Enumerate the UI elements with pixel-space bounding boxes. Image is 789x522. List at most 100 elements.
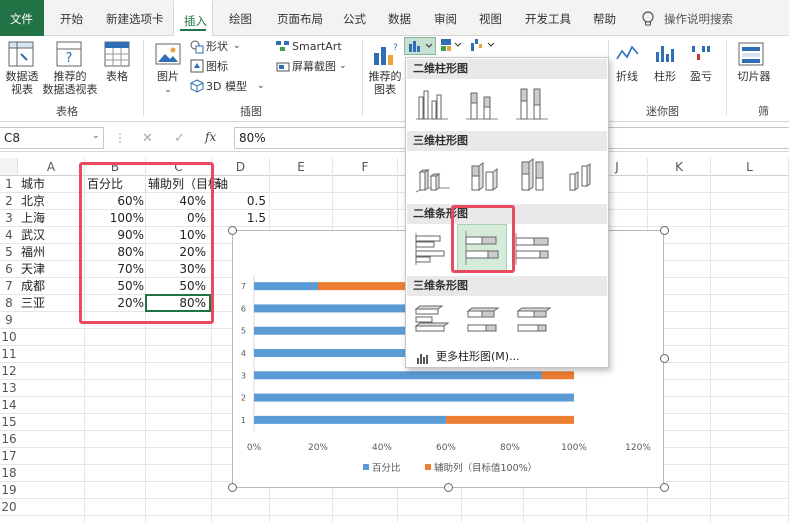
column-chart-button[interactable] — [404, 37, 436, 55]
screenshot-icon[interactable] — [276, 61, 290, 73]
cell-city[interactable]: 成都 — [21, 278, 45, 295]
waterfall-chart-button[interactable] — [468, 37, 498, 55]
recommended-charts-icon[interactable]: ? — [372, 41, 398, 70]
column-header[interactable]: K — [648, 158, 711, 176]
stacked-column-icon[interactable] — [462, 83, 502, 123]
more-column-charts[interactable]: 更多柱形图(M)... — [410, 347, 606, 367]
row-header[interactable]: 10 — [0, 329, 18, 346]
row-header[interactable]: 3 — [0, 210, 18, 227]
resize-handle[interactable] — [660, 483, 669, 492]
tab-draw[interactable]: 绘图 — [229, 0, 252, 36]
name-box[interactable]: C8 — [0, 127, 104, 149]
tab-file[interactable]: 文件 — [0, 0, 44, 36]
resize-handle[interactable] — [228, 483, 237, 492]
resize-handle[interactable] — [228, 226, 237, 235]
column-header[interactable]: E — [270, 158, 333, 176]
pictures-label[interactable]: 图片 — [150, 70, 186, 83]
tab-home[interactable]: 开始 — [60, 0, 83, 36]
smartart-label[interactable]: SmartArt — [292, 40, 342, 53]
row-header[interactable]: 20 — [0, 499, 18, 516]
tab-help[interactable]: 帮助 — [593, 0, 616, 36]
sparkline-line-label[interactable]: 折线 — [612, 70, 642, 83]
table-label[interactable]: 表格 — [100, 70, 134, 83]
tab-developer[interactable]: 开发工具 — [525, 0, 571, 36]
smartart-icon[interactable] — [276, 40, 290, 52]
hierarchy-chart-button[interactable] — [438, 37, 466, 55]
3d-stacked-bar-icon[interactable] — [462, 301, 502, 341]
icons-label[interactable]: 图标 — [206, 60, 228, 73]
3d-model-chevron-icon[interactable]: ⌄ — [257, 80, 265, 93]
row-header[interactable]: 8 — [0, 295, 18, 312]
tab-page-layout[interactable]: 页面布局 — [277, 0, 323, 36]
row-header[interactable]: 12 — [0, 363, 18, 380]
recommended-pivot-icon[interactable]: ? — [56, 41, 82, 70]
slicer-icon[interactable] — [738, 42, 764, 69]
row-header[interactable]: 5 — [0, 244, 18, 261]
3d-clustered-column-icon[interactable] — [412, 156, 452, 196]
sparkline-winloss-label[interactable]: 盈亏 — [686, 70, 716, 83]
row-header[interactable]: 18 — [0, 465, 18, 482]
tab-review[interactable]: 审阅 — [434, 0, 457, 36]
shapes-chevron-icon[interactable]: ⌄ — [233, 40, 241, 53]
slicer-label[interactable]: 切片器 — [734, 70, 774, 83]
row-header[interactable]: 15 — [0, 414, 18, 431]
cell-city[interactable]: 三亚 — [21, 295, 45, 312]
clustered-bar-icon[interactable] — [412, 229, 452, 269]
sparkline-column-label[interactable]: 柱形 — [650, 70, 680, 83]
sparkline-line-icon[interactable] — [616, 42, 640, 67]
3d-column-icon[interactable] — [562, 156, 602, 196]
icons-icon[interactable] — [190, 59, 204, 73]
tab-new-tab[interactable]: 新建选项卡 — [106, 0, 164, 36]
cell-city[interactable]: 天津 — [21, 261, 45, 278]
tab-formulas[interactable]: 公式 — [343, 0, 366, 36]
100-stacked-column-icon[interactable] — [512, 83, 552, 123]
screenshot-chevron-icon[interactable]: ⌄ — [339, 60, 347, 73]
table-icon[interactable] — [104, 41, 130, 70]
3d-stacked-column-icon[interactable] — [462, 156, 502, 196]
100-stacked-bar-icon[interactable] — [512, 229, 552, 269]
row-header[interactable]: 2 — [0, 193, 18, 210]
3d-clustered-bar-icon[interactable] — [412, 301, 452, 341]
cell-city[interactable]: 上海 — [21, 210, 45, 227]
column-header[interactable]: A — [18, 158, 85, 176]
row-header[interactable]: 19 — [0, 482, 18, 499]
row-header[interactable]: 11 — [0, 346, 18, 363]
cancel-icon[interactable]: ✕ — [142, 131, 153, 146]
recommended-charts-label[interactable]: 推荐的 图表 — [364, 70, 406, 96]
cell-d1-overflow[interactable]: 轴 — [216, 176, 228, 193]
screenshot-label[interactable]: 屏幕截图 — [292, 60, 336, 73]
tab-insert[interactable]: 插入 — [173, 0, 213, 37]
cell-a1[interactable]: 城市 — [21, 176, 45, 193]
enter-icon[interactable]: ✓ — [174, 131, 185, 146]
insert-function-icon[interactable]: fx — [205, 130, 216, 144]
cell-city[interactable]: 武汉 — [21, 227, 45, 244]
3d-100-stacked-column-icon[interactable] — [512, 156, 552, 196]
tell-me-search[interactable]: 操作说明搜索 — [664, 0, 733, 36]
sparkline-column-icon[interactable] — [654, 42, 678, 67]
row-header[interactable]: 1 — [0, 176, 18, 193]
select-all-corner[interactable] — [0, 158, 18, 176]
resize-handle[interactable] — [444, 483, 453, 492]
column-header[interactable]: L — [711, 158, 789, 176]
tab-view[interactable]: 视图 — [479, 0, 502, 36]
row-header[interactable]: 13 — [0, 380, 18, 397]
row-header[interactable]: 17 — [0, 448, 18, 465]
clustered-column-icon[interactable] — [412, 83, 452, 123]
pivot-table-icon[interactable] — [8, 41, 34, 70]
sparkline-winloss-icon[interactable] — [690, 42, 714, 67]
shapes-label[interactable]: 形状 — [206, 40, 228, 53]
cell-d-value[interactable]: 0.5 — [212, 193, 268, 210]
name-box-chevron-icon[interactable]: ⌄ — [92, 131, 100, 141]
3d-model-icon[interactable] — [190, 79, 204, 93]
cell-city[interactable]: 北京 — [21, 193, 45, 210]
row-header[interactable]: 6 — [0, 261, 18, 278]
pivot-table-label[interactable]: 数据透 视表 — [2, 70, 42, 96]
pictures-chevron-icon[interactable]: ⌄ — [150, 84, 186, 97]
cell-d-value[interactable]: 1.5 — [212, 210, 268, 227]
tab-data[interactable]: 数据 — [388, 0, 411, 36]
column-header[interactable]: D — [212, 158, 270, 176]
column-header[interactable]: F — [333, 158, 398, 176]
3d-100-stacked-bar-icon[interactable] — [512, 301, 552, 341]
resize-handle[interactable] — [660, 226, 669, 235]
shapes-icon[interactable] — [190, 40, 204, 54]
